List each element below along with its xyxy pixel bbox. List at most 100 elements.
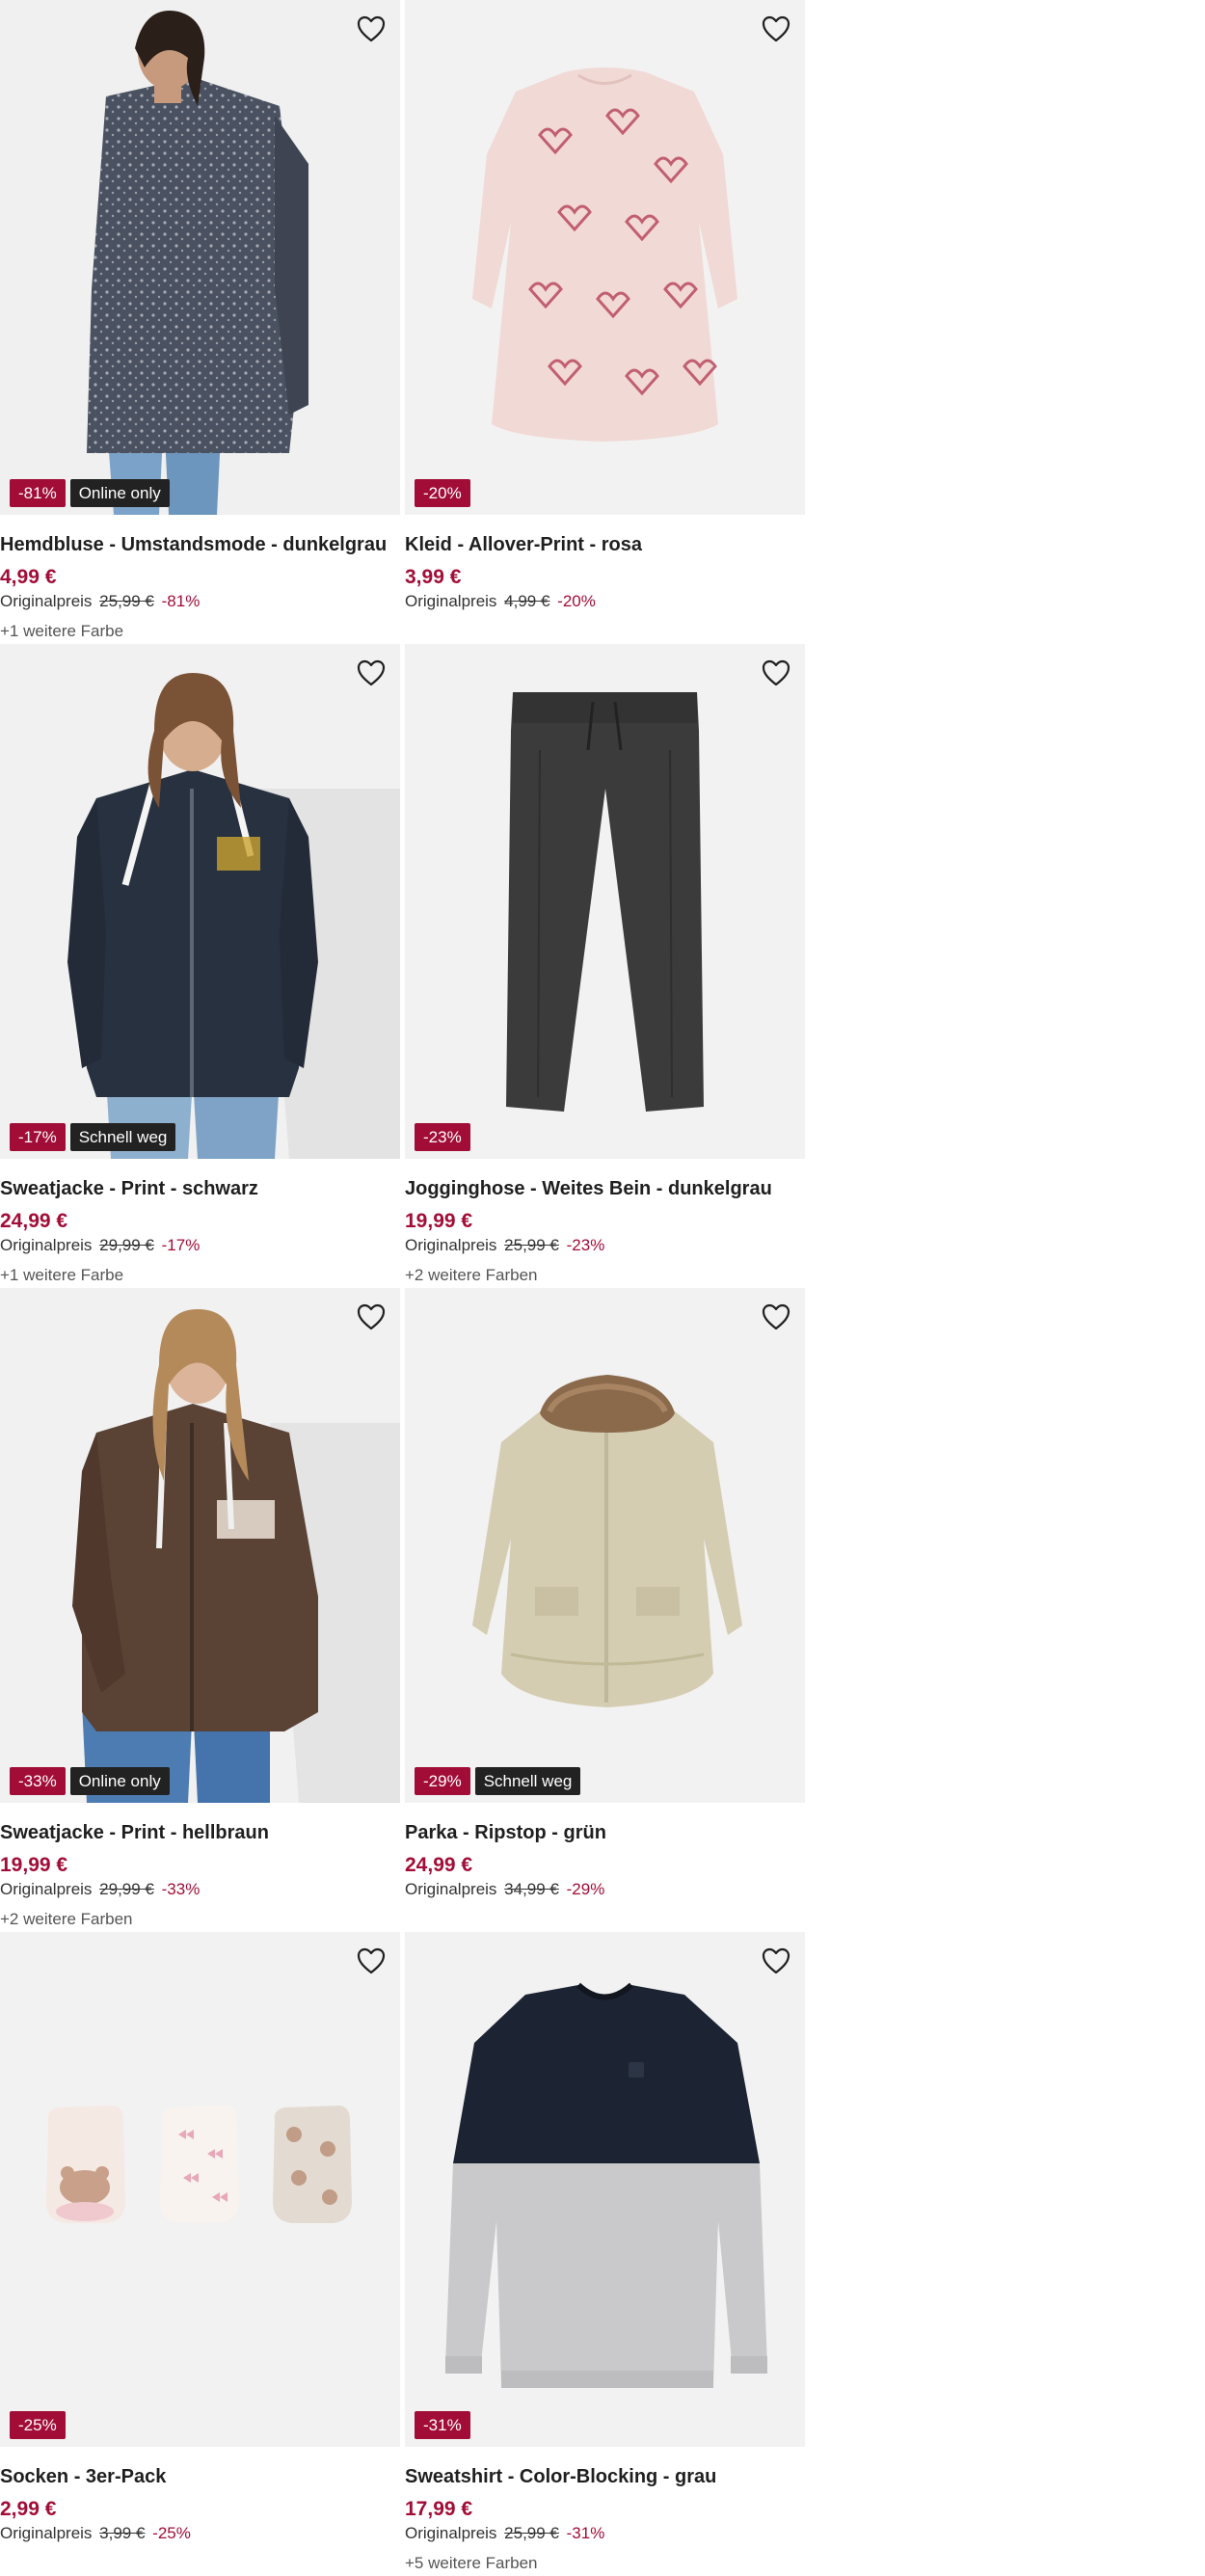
online-only-badge: Online only <box>69 479 170 507</box>
product-info: Sweatjacke - Print - schwarz 24,99 € Ori… <box>0 1159 400 1286</box>
original-price: 25,99 € <box>99 592 154 610</box>
product-card[interactable]: -29% Schnell weg Parka - Ripstop - grün … <box>405 1288 805 1932</box>
product-title[interactable]: Kleid - Allover-Print - rosa <box>405 532 805 557</box>
favorite-button[interactable] <box>352 654 390 692</box>
original-price: 29,99 € <box>99 1880 154 1898</box>
schnell-weg-badge: Schnell weg <box>69 1123 176 1151</box>
badges: -81% Online only <box>10 479 170 507</box>
favorite-button[interactable] <box>757 1298 795 1336</box>
discount-percent: -29% <box>566 1880 605 1898</box>
original-price-line: Originalpreis 25,99 € -81% <box>0 591 400 612</box>
favorite-button[interactable] <box>352 1298 390 1336</box>
product-card[interactable]: -23% Jogginghose - Weites Bein - dunkelg… <box>405 644 805 1288</box>
product-photo <box>0 1932 400 2447</box>
discount-percent: -17% <box>161 1236 201 1254</box>
badges: -17% Schnell weg <box>10 1123 176 1151</box>
product-card[interactable]: -25% Socken - 3er-Pack 2,99 € Originalpr… <box>0 1932 400 2576</box>
more-colors-link[interactable]: +1 weitere Farbe <box>0 621 400 642</box>
product-card[interactable]: -20% Kleid - Allover-Print - rosa 3,99 €… <box>405 0 805 644</box>
product-title[interactable]: Sweatjacke - Print - schwarz <box>0 1176 400 1201</box>
product-photo <box>405 1288 805 1803</box>
original-price-label: Originalpreis <box>405 1236 497 1254</box>
discount-badge: -20% <box>415 479 470 507</box>
product-card[interactable]: -33% Online only Sweatjacke - Print - he… <box>0 1288 400 1932</box>
product-image[interactable]: -23% <box>405 644 805 1159</box>
heart-outline-icon <box>357 1947 386 1974</box>
product-price: 24,99 € <box>405 1854 473 1876</box>
heart-outline-icon <box>762 659 790 686</box>
product-card[interactable]: -17% Schnell weg Sweatjacke - Print - sc… <box>0 644 400 1288</box>
original-price-label: Originalpreis <box>0 2524 93 2542</box>
product-photo <box>0 1288 400 1803</box>
product-title[interactable]: Parka - Ripstop - grün <box>405 1820 805 1845</box>
favorite-button[interactable] <box>757 1942 795 1980</box>
original-price-label: Originalpreis <box>405 592 497 610</box>
product-title[interactable]: Sweatjacke - Print - hellbraun <box>0 1820 400 1845</box>
favorite-button[interactable] <box>352 1942 390 1980</box>
heart-outline-icon <box>762 1303 790 1330</box>
product-image[interactable]: -25% <box>0 1932 400 2447</box>
badges: -31% <box>415 2411 470 2439</box>
badges: -23% <box>415 1123 470 1151</box>
more-colors-link[interactable]: +2 weitere Farben <box>405 1265 805 1286</box>
favorite-button[interactable] <box>352 10 390 48</box>
more-colors-link[interactable]: +5 weitere Farben <box>405 2553 805 2574</box>
product-price: 17,99 € <box>405 2498 473 2520</box>
badges: -25% <box>10 2411 66 2439</box>
discount-badge: -29% <box>415 1767 470 1795</box>
discount-badge: -23% <box>415 1123 470 1151</box>
original-price: 29,99 € <box>99 1236 154 1254</box>
product-photo <box>0 644 400 1159</box>
discount-badge: -25% <box>10 2411 66 2439</box>
product-info: Sweatjacke - Print - hellbraun 19,99 € O… <box>0 1803 400 1930</box>
product-image[interactable]: -33% Online only <box>0 1288 400 1803</box>
product-card[interactable]: -31% Sweatshirt - Color-Blocking - grau … <box>405 1932 805 2576</box>
badges: -33% Online only <box>10 1767 170 1795</box>
discount-percent: -25% <box>152 2524 191 2542</box>
product-price: 24,99 € <box>0 1210 68 1232</box>
original-price: 34,99 € <box>504 1880 559 1898</box>
heart-outline-icon <box>762 15 790 42</box>
product-title[interactable]: Socken - 3er-Pack <box>0 2464 400 2489</box>
original-price-label: Originalpreis <box>0 1880 93 1898</box>
product-image[interactable]: -29% Schnell weg <box>405 1288 805 1803</box>
discount-percent: -31% <box>566 2524 605 2542</box>
product-info: Parka - Ripstop - grün 24,99 € Originalp… <box>405 1803 805 1900</box>
discount-percent: -20% <box>557 592 596 610</box>
product-price: 2,99 € <box>0 2498 57 2520</box>
discount-badge: -31% <box>415 2411 470 2439</box>
product-title[interactable]: Hemdbluse - Umstandsmode - dunkelgrau <box>0 532 400 557</box>
original-price-line: Originalpreis 4,99 € -20% <box>405 591 805 612</box>
product-title[interactable]: Sweatshirt - Color-Blocking - grau <box>405 2464 805 2489</box>
product-info: Socken - 3er-Pack 2,99 € Originalpreis 3… <box>0 2447 400 2544</box>
original-price-line: Originalpreis 3,99 € -25% <box>0 2523 400 2544</box>
product-grid: -81% Online only Hemdbluse - Umstandsmod… <box>0 0 805 2576</box>
heart-outline-icon <box>762 1947 790 1974</box>
favorite-button[interactable] <box>757 654 795 692</box>
product-info: Jogginghose - Weites Bein - dunkelgrau 1… <box>405 1159 805 1286</box>
heart-outline-icon <box>357 659 386 686</box>
heart-outline-icon <box>357 15 386 42</box>
product-title[interactable]: Jogginghose - Weites Bein - dunkelgrau <box>405 1176 805 1201</box>
online-only-badge: Online only <box>69 1767 170 1795</box>
original-price-line: Originalpreis 29,99 € -33% <box>0 1879 400 1900</box>
product-card[interactable]: -81% Online only Hemdbluse - Umstandsmod… <box>0 0 400 644</box>
more-colors-link[interactable]: +1 weitere Farbe <box>0 1265 400 1286</box>
original-price-label: Originalpreis <box>405 2524 497 2542</box>
product-image[interactable]: -20% <box>405 0 805 515</box>
discount-badge: -33% <box>10 1767 66 1795</box>
product-image[interactable]: -17% Schnell weg <box>0 644 400 1159</box>
original-price-line: Originalpreis 25,99 € -31% <box>405 2523 805 2544</box>
product-image[interactable]: -81% Online only <box>0 0 400 515</box>
product-image[interactable]: -31% <box>405 1932 805 2447</box>
product-photo <box>405 0 805 515</box>
discount-badge: -17% <box>10 1123 66 1151</box>
badges: -20% <box>415 479 470 507</box>
discount-percent: -23% <box>566 1236 605 1254</box>
more-colors-link[interactable]: +2 weitere Farben <box>0 1909 400 1930</box>
favorite-button[interactable] <box>757 10 795 48</box>
schnell-weg-badge: Schnell weg <box>474 1767 581 1795</box>
product-price: 3,99 € <box>405 566 462 588</box>
discount-percent: -81% <box>161 592 201 610</box>
original-price-line: Originalpreis 25,99 € -23% <box>405 1235 805 1256</box>
